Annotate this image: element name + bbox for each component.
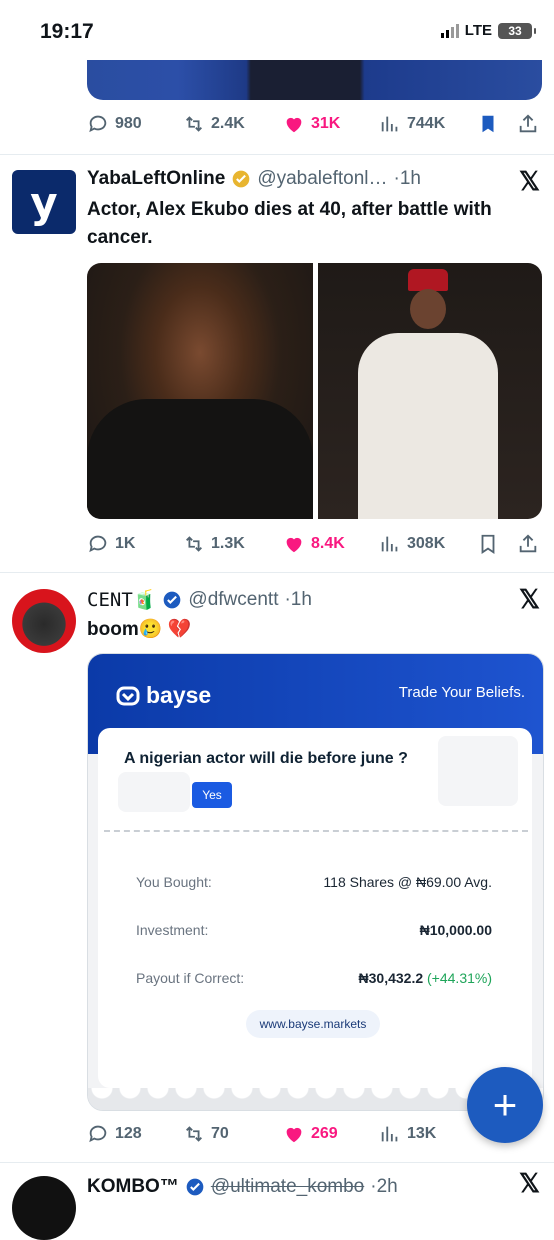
tweet-time: ·1h <box>284 588 312 610</box>
bayse-logo: bayse <box>116 682 211 709</box>
views-icon <box>381 1126 398 1142</box>
x-logo-icon: 𝕏 <box>519 1168 540 1198</box>
like-button[interactable]: 8.4K <box>283 533 379 555</box>
battery-level: 33 <box>508 23 522 38</box>
bayse-tagline: Trade Your Beliefs. <box>398 684 525 701</box>
views-button[interactable]: 13K <box>379 1123 477 1145</box>
views-icon <box>381 116 398 132</box>
reply-icon <box>89 535 107 553</box>
avatar[interactable] <box>12 589 76 653</box>
bookmark-button[interactable] <box>477 113 517 135</box>
dashed-divider <box>104 830 528 832</box>
share-icon <box>519 114 537 133</box>
battery-icon: 33 <box>498 22 536 39</box>
tweet-photo-left[interactable] <box>87 263 313 519</box>
heart-icon <box>286 537 302 553</box>
share-button[interactable] <box>517 533 539 555</box>
heart-icon <box>286 117 302 133</box>
author-handle[interactable]: @dfwcentt <box>188 589 278 611</box>
yabaleft-logo-icon: y <box>30 177 58 227</box>
reply-button[interactable]: 980 <box>87 113 183 135</box>
verified-blue-icon <box>164 591 181 608</box>
compose-button[interactable]: + <box>467 1067 543 1143</box>
status-bar: 19:17 LTE 33 <box>0 0 554 64</box>
tweet-actions: 980 2.4K 31K 744K <box>87 109 542 139</box>
retweet-button[interactable]: 2.4K <box>183 113 283 135</box>
author-name[interactable]: KOMBO™ <box>87 1176 179 1198</box>
author-handle[interactable]: @yabaleftonl… <box>257 168 387 190</box>
market-question: A nigerian actor will die before june ? <box>124 750 408 767</box>
divider <box>0 1162 554 1163</box>
like-button[interactable]: 269 <box>283 1123 379 1145</box>
red-cap-shape <box>408 269 448 291</box>
author-handle[interactable]: @ultimate_kombo <box>211 1176 364 1198</box>
tweet-photo-right[interactable] <box>318 263 542 519</box>
verified-blue-icon <box>186 1178 204 1196</box>
views-button[interactable]: 308K <box>379 533 477 555</box>
sweater-shape <box>87 399 313 519</box>
network-label: LTE <box>464 22 492 39</box>
tweet-image[interactable] <box>87 60 542 100</box>
retweet-button[interactable]: 70 <box>183 1123 283 1145</box>
plus-icon: + <box>492 1081 518 1128</box>
tweet-text: Actor, Alex Ekubo dies at 40, after batt… <box>87 199 492 248</box>
tweet-header: CENT🧃 @dfwcentt ·1h <box>87 588 312 612</box>
status-time: 19:17 <box>40 20 94 43</box>
tweet-header: KOMBO™ @ultimate_kombo ·2h <box>87 1176 398 1198</box>
bayse-logo-icon <box>116 686 140 705</box>
receipt-row: Payout if Correct: ₦30,432.2 (+44.31%) <box>136 970 492 986</box>
reply-icon <box>89 1125 107 1143</box>
share-icon <box>519 534 537 553</box>
bookmark-button[interactable] <box>477 533 517 555</box>
divider <box>0 154 554 155</box>
bayse-site-pill: www.bayse.markets <box>246 1010 380 1038</box>
x-logo-icon: 𝕏 <box>519 584 540 614</box>
views-icon <box>381 536 398 552</box>
avatar[interactable] <box>12 1176 76 1240</box>
reply-button[interactable]: 128 <box>87 1123 183 1145</box>
heart-icon <box>286 1127 302 1143</box>
retweet-icon <box>186 116 202 132</box>
face-shape <box>410 289 446 329</box>
tweet-time: ·2h <box>370 1176 398 1197</box>
x-logo-icon: 𝕏 <box>519 166 540 196</box>
blurred-area <box>118 772 190 812</box>
choice-badge: Yes <box>192 782 232 808</box>
blurred-area <box>438 736 518 806</box>
receipt-row: Investment: ₦10,000.00 <box>136 922 492 938</box>
receipt-row: You Bought: 118 Shares @ ₦69.00 Avg. <box>136 874 492 890</box>
retweet-icon <box>186 1126 202 1142</box>
bayse-receipt: A nigerian actor will die before june ? … <box>98 728 532 1088</box>
reply-button[interactable]: 1K <box>87 533 183 555</box>
like-button[interactable]: 31K <box>283 113 379 135</box>
signal-icon <box>440 23 459 38</box>
bayse-card-image[interactable]: bayse Trade Your Beliefs. A nigerian act… <box>87 653 544 1111</box>
verified-gold-icon <box>232 170 250 188</box>
tweet-text: boom🥲 💔 <box>87 619 192 640</box>
tweet-header: YabaLeftOnline @yabaleftonl… ·1h <box>87 168 421 190</box>
bookmark-icon <box>481 534 495 554</box>
retweet-icon <box>186 536 202 552</box>
retweet-button[interactable]: 1.3K <box>183 533 283 555</box>
tweet-actions: 1K 1.3K 8.4K 308K <box>87 529 542 559</box>
views-button[interactable]: 744K <box>379 113 477 135</box>
avatar[interactable]: y <box>12 170 76 234</box>
tweet-time: ·1h <box>393 168 421 189</box>
author-name[interactable]: YabaLeftOnline <box>87 168 225 190</box>
divider <box>0 572 554 573</box>
white-robe-shape <box>358 333 498 519</box>
reply-icon <box>89 115 107 133</box>
share-button[interactable] <box>517 113 539 135</box>
bookmark-filled-icon <box>482 115 494 133</box>
author-name[interactable]: CENT🧃 <box>87 588 156 611</box>
